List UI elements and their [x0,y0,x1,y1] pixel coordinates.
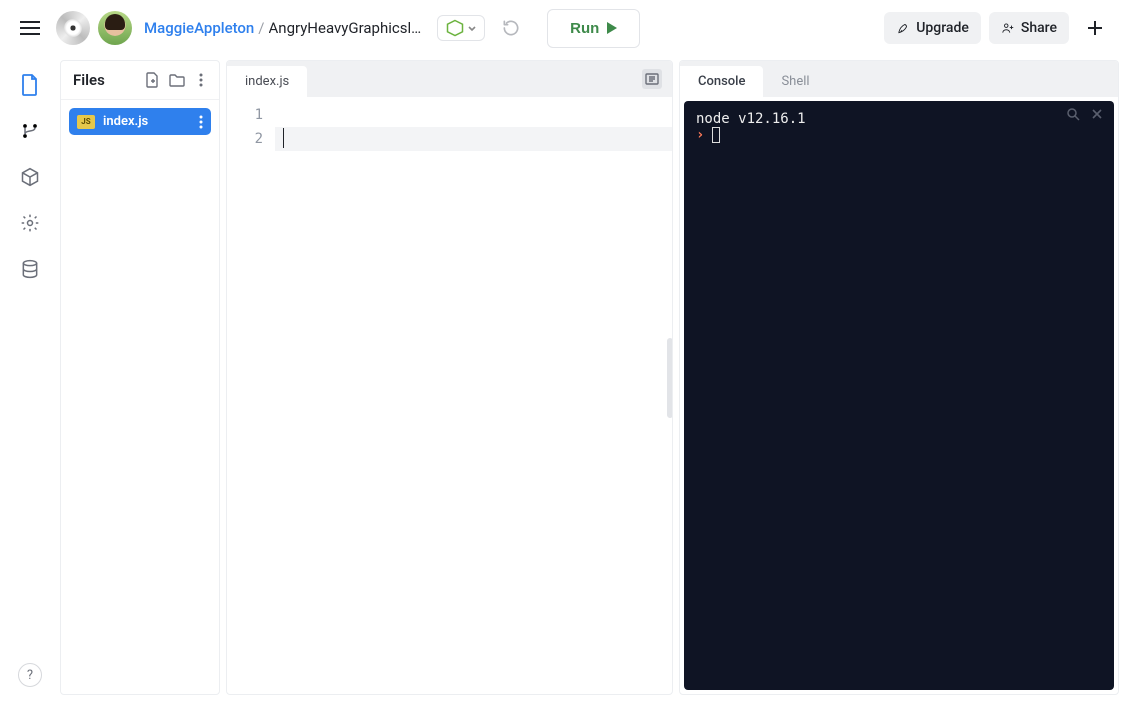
markdown-preview-button[interactable] [642,69,662,89]
file-icon [21,74,39,96]
terminal-banner: node v12.16.1 [696,111,1102,127]
files-title: Files [73,71,105,89]
new-file-icon [146,72,160,88]
branch-icon [20,121,40,141]
line-number: 2 [227,127,263,151]
js-badge-icon: JS [77,115,95,129]
tab-console[interactable]: Console [680,66,763,97]
prompt-icon: › [696,127,704,143]
gutter: 1 2 [227,97,275,694]
file-name: index.js [103,114,148,129]
terminal-controls [1066,107,1104,121]
new-folder-button[interactable] [169,72,185,88]
new-repl-button[interactable] [1077,10,1113,46]
share-label: Share [1021,20,1057,36]
rail-files[interactable] [13,68,47,102]
database-icon [20,259,40,279]
current-line-highlight [275,127,672,151]
files-panel: Files JS index.js [60,60,220,695]
breadcrumb-sep: / [258,19,264,37]
more-vertical-icon [199,73,203,87]
editor-panel: index.js 1 2 [226,60,673,695]
rail-database[interactable] [13,252,47,286]
file-row[interactable]: JS index.js [69,108,211,135]
upgrade-button[interactable]: Upgrade [884,12,981,44]
rail-settings[interactable] [13,206,47,240]
tab-shell[interactable]: Shell [763,66,827,97]
new-folder-icon [169,73,185,87]
play-icon [607,22,617,34]
terminal-cursor [712,127,720,143]
terminal-search-button[interactable] [1066,107,1080,121]
more-vertical-icon [199,115,203,129]
files-more-button[interactable] [193,72,209,88]
breadcrumb: MaggieAppleton / AngryHeavyGraphicsl… [144,19,421,37]
terminal-clear-button[interactable] [1090,107,1104,121]
terminal-prompt-line: › [696,127,1102,143]
line-number: 1 [227,103,263,127]
nodejs-icon [446,19,464,37]
code-lines[interactable] [275,97,672,694]
run-label: Run [570,20,599,37]
share-button[interactable]: Share [989,12,1069,44]
language-selector[interactable] [437,15,485,41]
breadcrumb-user[interactable]: MaggieAppleton [144,19,254,37]
rail-version-control[interactable] [13,114,47,148]
avatar[interactable] [98,11,132,45]
files-header: Files [61,61,219,100]
plus-icon [1088,21,1102,35]
left-rail: ? [6,60,54,695]
breadcrumb-repl[interactable]: AngryHeavyGraphicsl… [269,19,422,37]
upgrade-label: Upgrade [916,20,969,36]
history-icon [501,18,521,38]
menu-button[interactable] [12,10,48,46]
package-icon [20,167,40,187]
chevron-down-icon [466,22,478,34]
file-row-more-button[interactable] [199,115,203,129]
hamburger-icon [20,27,40,29]
code-editor[interactable]: 1 2 [227,97,672,694]
new-file-button[interactable] [145,72,161,88]
files-actions [145,72,209,88]
help-button[interactable]: ? [18,663,42,687]
caret [283,128,284,148]
rail-packages[interactable] [13,160,47,194]
terminal-tabbar: Console Shell [680,61,1118,97]
workspace: ? Files JS index.js [0,56,1125,701]
doc-lines-icon [645,73,659,85]
editor-scrollbar[interactable] [667,338,673,418]
terminal-panel: Console Shell node v12.16.1 › [679,60,1119,695]
history-button[interactable] [493,10,529,46]
user-plus-icon [1001,21,1015,35]
rocket-icon [896,21,910,35]
close-icon [1091,108,1103,120]
run-button[interactable]: Run [547,9,640,48]
editor-tab[interactable]: index.js [227,66,307,97]
search-icon [1066,107,1080,121]
gear-icon [20,213,40,233]
terminal[interactable]: node v12.16.1 › [684,101,1114,690]
editor-tabbar: index.js [227,61,672,97]
top-bar: MaggieAppleton / AngryHeavyGraphicsl… Ru… [0,0,1125,56]
replit-logo[interactable] [56,11,90,45]
